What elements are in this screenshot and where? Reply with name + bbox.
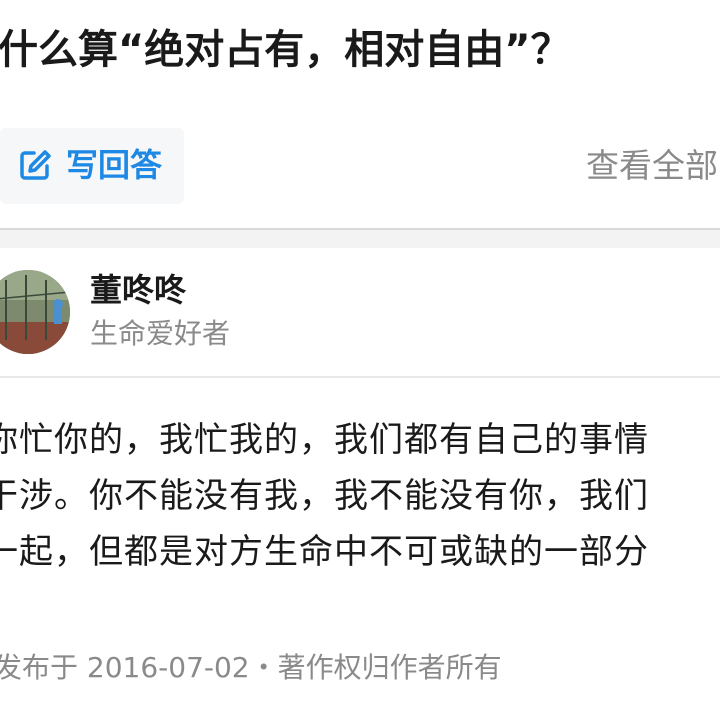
- post-meta: 发布于 2016-07-02・著作权归作者所有: [0, 651, 502, 684]
- section-divider: [0, 228, 720, 248]
- view-all-answers-link[interactable]: 查看全部: [586, 146, 718, 186]
- author-name[interactable]: 董咚咚: [90, 268, 186, 312]
- answer-line: 一起，但都是对方生命中不可或缺的一部分: [0, 532, 649, 572]
- write-answer-button[interactable]: 写回答: [0, 128, 184, 204]
- edit-icon: [18, 148, 52, 182]
- answer-line: 干涉。你不能没有我，我不能没有你，我们: [0, 476, 649, 516]
- answer-line: 你忙你的，我忙我的，我们都有自己的事情: [0, 420, 649, 460]
- question-title[interactable]: 什么算“绝对占有，相对自由”？: [0, 20, 720, 80]
- write-answer-label: 写回答: [66, 146, 163, 184]
- author-avatar[interactable]: [0, 270, 70, 354]
- author-bio: 生命爱好者: [90, 317, 231, 350]
- answer-page: 什么算“绝对占有，相对自由”？ 写回答 查看全部 董咚咚 生命爱好者 你忙你的，…: [0, 0, 720, 720]
- author-divider: [0, 376, 720, 378]
- answer-body[interactable]: 你忙你的，我忙我的，我们都有自己的事情 干涉。你不能没有我，我不能没有你，我们 …: [0, 412, 720, 580]
